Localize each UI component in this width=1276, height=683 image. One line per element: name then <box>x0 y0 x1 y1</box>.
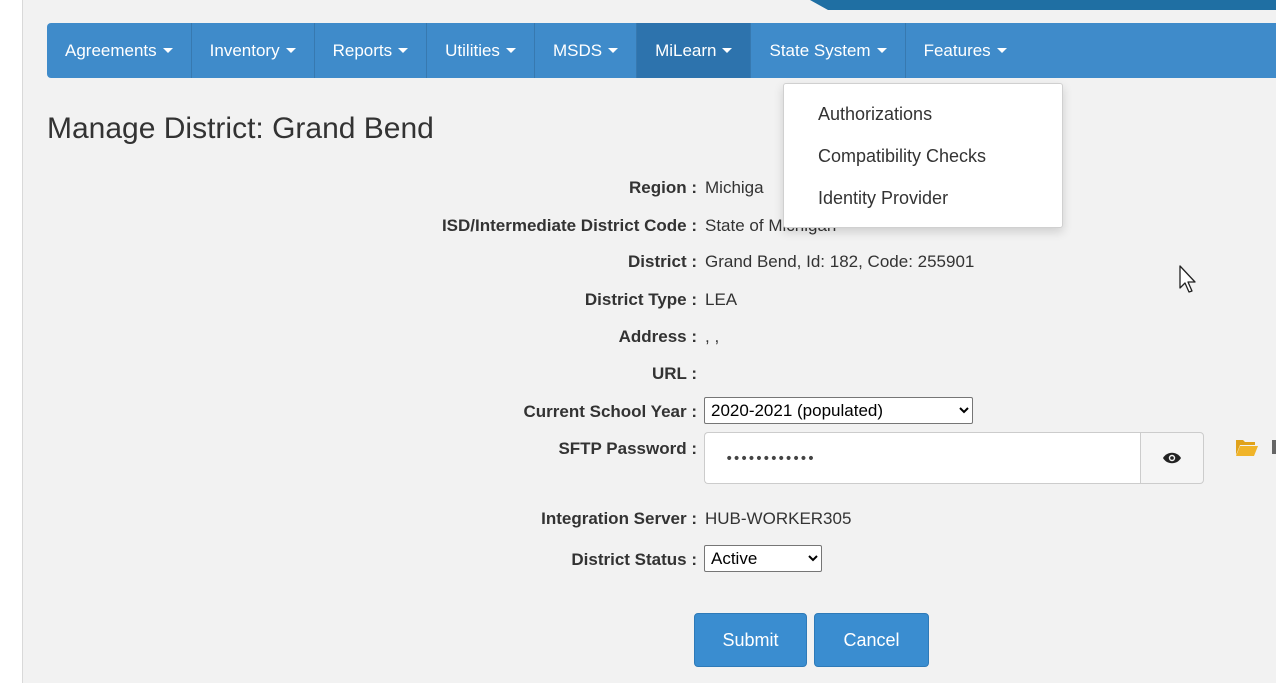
main-navbar: Agreements Inventory Reports Utilities M… <box>47 23 1276 78</box>
folder-open-icon <box>1236 440 1258 456</box>
district-type-label: District Type : <box>584 290 697 309</box>
region-value: Michiga <box>705 178 764 197</box>
integration-server-value: HUB-WORKER305 <box>705 509 852 528</box>
nav-utilities[interactable]: Utilities <box>427 23 535 78</box>
nav-milearn-label: MiLearn <box>655 40 717 60</box>
address-value: , , <box>705 327 720 346</box>
nav-features-label: Features <box>923 40 991 60</box>
district-label: District : <box>628 252 697 271</box>
page-title: Manage District: Grand Bend <box>47 112 434 145</box>
nav-milearn[interactable]: MiLearn <box>637 23 752 78</box>
nav-reports[interactable]: Reports <box>315 23 428 78</box>
nav-state-system[interactable]: State System <box>751 23 906 78</box>
caret-down-icon <box>505 48 516 53</box>
cancel-button[interactable]: Cancel <box>814 613 929 667</box>
nav-agreements-label: Agreements <box>65 40 157 60</box>
url-label: URL : <box>651 364 697 383</box>
nav-utilities-label: Utilities <box>445 40 500 60</box>
school-year-label: Current School Year : <box>523 402 697 421</box>
nav-agreements[interactable]: Agreements <box>47 23 192 78</box>
nav-state-system-label: State System <box>769 40 871 60</box>
folder-open-button[interactable] <box>1235 437 1259 462</box>
district-status-select[interactable]: Active <box>704 545 822 572</box>
sftp-password-group: •••••••••••• <box>704 432 1204 486</box>
nav-reports-label: Reports <box>332 40 393 60</box>
milearn-dropdown-menu: Authorizations Compatibility Checks Iden… <box>783 83 1063 228</box>
window-left-edge <box>0 0 23 683</box>
nav-inventory-label: Inventory <box>209 40 280 60</box>
clipped-edge-element <box>1272 440 1276 454</box>
caret-down-icon <box>398 48 409 53</box>
nav-msds[interactable]: MSDS <box>535 23 638 78</box>
caret-down-icon <box>285 48 296 53</box>
mouse-pointer-icon <box>1178 264 1198 299</box>
menu-item-authorizations[interactable]: Authorizations <box>818 104 932 125</box>
nav-features[interactable]: Features <box>906 23 1025 78</box>
caret-down-icon <box>722 48 733 53</box>
sftp-password-label: SFTP Password : <box>558 439 697 458</box>
district-value: Grand Bend, Id: 182, Code: 255901 <box>705 252 975 271</box>
submit-button[interactable]: Submit <box>694 613 807 667</box>
show-password-button[interactable] <box>1140 432 1204 484</box>
menu-item-compatibility-checks[interactable]: Compatibility Checks <box>818 146 986 167</box>
isd-label: ISD/Intermediate District Code : <box>441 216 697 235</box>
region-label: Region : <box>629 178 697 197</box>
menu-item-identity-provider[interactable]: Identity Provider <box>818 188 948 209</box>
caret-down-icon <box>876 48 887 53</box>
sftp-password-input[interactable]: •••••••••••• <box>704 432 1140 484</box>
top-accent-band <box>810 0 1276 10</box>
school-year-select[interactable]: 2020-2021 (populated) <box>704 397 973 424</box>
caret-down-icon <box>996 48 1007 53</box>
caret-down-icon <box>162 48 173 53</box>
integration-server-label: Integration Server : <box>541 509 697 528</box>
nav-inventory[interactable]: Inventory <box>192 23 315 78</box>
nav-msds-label: MSDS <box>552 40 603 60</box>
eye-icon <box>1163 452 1181 464</box>
address-label: Address : <box>618 327 697 346</box>
caret-down-icon <box>608 48 619 53</box>
district-type-value: LEA <box>705 290 738 309</box>
district-status-label: District Status : <box>571 550 697 569</box>
